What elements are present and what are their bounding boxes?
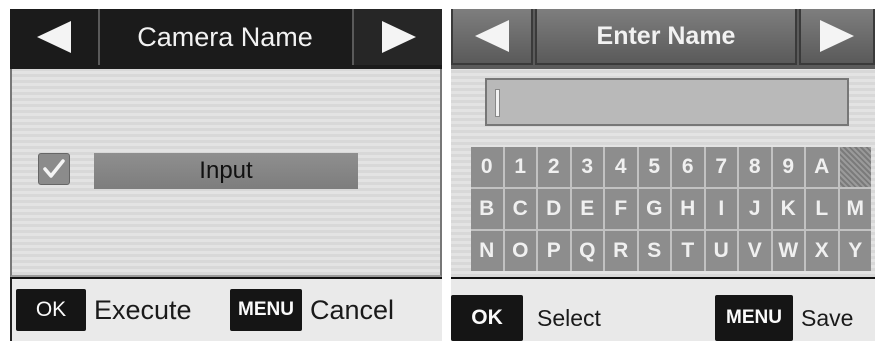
key[interactable]: O [504,231,536,271]
key[interactable]: 4 [605,147,637,187]
enter-name-screen: Enter Name 0123456789ABCDEFGHIJKLMNOPQRS… [451,9,875,341]
key[interactable]: Q [571,231,603,271]
key[interactable]: 3 [571,147,603,187]
key[interactable]: T [672,231,704,271]
ok-action-label: Execute [94,294,192,325]
key[interactable]: E [571,189,603,229]
key[interactable]: 7 [705,147,737,187]
ok-button[interactable]: OK [451,295,523,341]
character-keyboard: 0123456789A BCDEFGHIJKLM NOPQRSTUVWXY [471,147,871,271]
next-button[interactable] [352,9,442,65]
key[interactable]: P [538,231,570,271]
key[interactable]: D [538,189,570,229]
input-checkbox[interactable] [38,153,70,185]
key[interactable]: 2 [538,147,570,187]
key[interactable]: M [839,189,871,229]
header-bar: Camera Name [10,9,442,69]
key-symbol[interactable] [839,147,871,187]
key[interactable]: W [772,231,804,271]
key[interactable]: X [806,231,838,271]
key[interactable]: S [638,231,670,271]
settings-panel: Input [10,69,442,277]
menu-action-label: Cancel [310,294,395,325]
left-arrow-icon [475,20,509,52]
key[interactable]: J [739,189,771,229]
footer-bar: OK Execute MENU Cancel [10,279,442,341]
camera-name-screen: Camera Name Input OK Execute MENU Cancel [10,9,442,341]
key[interactable]: G [638,189,670,229]
key[interactable]: 0 [471,147,503,187]
key[interactable]: H [672,189,704,229]
key[interactable]: R [605,231,637,271]
key[interactable]: 6 [672,147,704,187]
check-icon [43,159,65,178]
ok-action-label: Select [537,304,601,331]
key[interactable]: K [772,189,804,229]
header-bar: Enter Name [451,9,875,69]
key[interactable]: F [605,189,637,229]
key[interactable]: I [705,189,737,229]
left-arrow-icon [37,21,71,53]
key[interactable]: C [504,189,536,229]
prev-button[interactable] [451,9,533,65]
page-title: Enter Name [535,9,797,65]
key[interactable]: 1 [504,147,536,187]
key[interactable]: 8 [739,147,771,187]
text-cursor [495,89,500,117]
key[interactable]: L [806,189,838,229]
key[interactable]: 9 [772,147,804,187]
prev-button[interactable] [10,9,100,65]
menu-button[interactable]: MENU [715,295,793,341]
input-option[interactable]: Input [94,153,358,189]
page-title: Camera Name [137,21,313,52]
menu-action-label: Save [801,304,854,331]
key[interactable]: U [705,231,737,271]
footer-bar: OK Select MENU Save [451,279,875,341]
name-input[interactable] [485,78,849,126]
key[interactable]: N [471,231,503,271]
right-arrow-icon [382,21,416,53]
key[interactable]: B [471,189,503,229]
ok-button[interactable]: OK [16,289,86,331]
key[interactable]: A [806,147,838,187]
key[interactable]: Y [839,231,871,271]
key[interactable]: V [739,231,771,271]
menu-button[interactable]: MENU [230,289,302,331]
right-arrow-icon [820,20,854,52]
next-button[interactable] [799,9,875,65]
key[interactable]: 5 [638,147,670,187]
